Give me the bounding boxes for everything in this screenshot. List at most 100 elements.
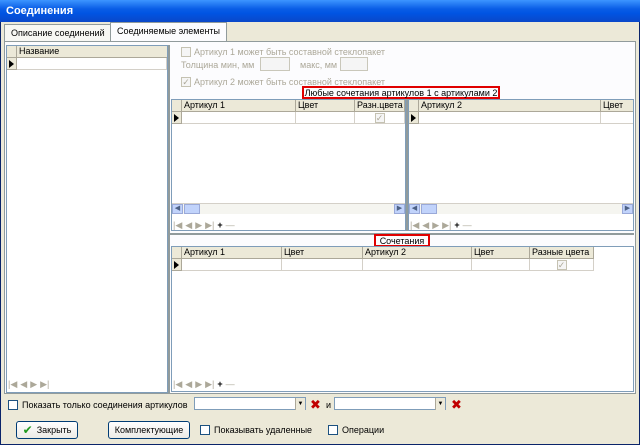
column-header-article2[interactable]: Артикул 2: [419, 100, 601, 112]
show-deleted-option[interactable]: Показывать удаленные: [200, 425, 312, 435]
table-cell[interactable]: [363, 259, 472, 271]
column-header-color[interactable]: Цвет: [472, 247, 530, 259]
thickness-min-input[interactable]: [260, 57, 290, 71]
tab-connected-elements[interactable]: Соединяемые элементы: [110, 22, 228, 42]
show-deleted-checkbox[interactable]: [200, 425, 210, 435]
scroll-right-icon[interactable]: ▶: [622, 204, 633, 214]
first-record-icon[interactable]: |◀: [173, 220, 182, 230]
next-record-icon[interactable]: ▶: [432, 220, 439, 230]
table-cell[interactable]: [17, 58, 167, 70]
diff-colors-checkbox[interactable]: [374, 113, 385, 123]
table-cell[interactable]: [472, 259, 530, 271]
combinations-grid[interactable]: Артикул 1 Цвет Артикул 2 Цвет Разные цве…: [171, 246, 634, 392]
column-header-article2[interactable]: Артикул 2: [363, 247, 472, 259]
column-header-color[interactable]: Цвет: [601, 100, 633, 112]
next-record-icon[interactable]: ▶: [195, 379, 202, 389]
first-record-icon[interactable]: |◀: [410, 220, 419, 230]
table-cell[interactable]: [182, 259, 282, 271]
table-cell[interactable]: [296, 112, 355, 124]
operations-label: Операции: [342, 425, 385, 435]
window-title: Соединения: [0, 0, 640, 22]
show-only-label: Показать только соединения артикулов: [22, 400, 188, 410]
close-button-label: Закрыть: [36, 425, 72, 435]
show-deleted-label: Показывать удаленные: [214, 425, 313, 435]
show-only-checkbox[interactable]: [8, 400, 18, 410]
thickness-max-label: макс, мм: [300, 60, 338, 70]
chevron-down-icon[interactable]: ▼: [435, 398, 445, 410]
first-record-icon[interactable]: |◀: [173, 379, 182, 389]
article-filter-1-select[interactable]: ▼: [194, 397, 306, 410]
current-row-arrow-icon: [174, 114, 179, 122]
and-label: и: [326, 400, 332, 410]
prev-record-icon[interactable]: ◀: [185, 220, 192, 230]
table-cell[interactable]: [601, 112, 633, 124]
delete-record-icon[interactable]: —: [226, 379, 235, 389]
last-record-icon[interactable]: ▶|: [205, 379, 214, 389]
article-filter-2-select[interactable]: ▼: [334, 397, 446, 410]
combinations-navigator: |◀ ◀ ▶ ▶| + —: [173, 378, 235, 390]
column-header-color[interactable]: Цвет: [282, 247, 363, 259]
clear-filter-2-icon[interactable]: ✖: [451, 398, 462, 411]
last-record-icon[interactable]: ▶|: [205, 220, 214, 230]
last-record-icon[interactable]: ▶|: [40, 379, 49, 389]
art1-composite-label: Артикул 1 может быть составной стеклопак…: [194, 47, 386, 57]
scroll-thumb[interactable]: [421, 204, 437, 214]
table-cell[interactable]: [355, 112, 405, 124]
row-indicator: [409, 100, 419, 112]
checkmark-icon: ✔: [22, 423, 33, 437]
prev-record-icon[interactable]: ◀: [422, 220, 429, 230]
horizontal-scrollbar[interactable]: ◀ ▶: [172, 203, 405, 214]
add-record-icon[interactable]: +: [454, 220, 459, 230]
add-record-icon[interactable]: +: [217, 379, 222, 389]
art1-composite-option[interactable]: Артикул 1 может быть составной стеклопак…: [181, 47, 385, 57]
kits-button[interactable]: Комплектующие: [108, 421, 190, 439]
name-grid-navigator: |◀ ◀ ▶ ▶|: [8, 378, 49, 390]
diff-colors-checkbox[interactable]: [556, 260, 567, 270]
clear-filter-1-icon[interactable]: ✖: [310, 398, 321, 411]
show-only-option[interactable]: Показать только соединения артикулов: [8, 400, 188, 410]
row-indicator: [172, 100, 182, 112]
table-cell[interactable]: [419, 112, 601, 124]
current-row-arrow-icon: [174, 261, 179, 269]
delete-record-icon[interactable]: —: [226, 220, 235, 230]
last-record-icon[interactable]: ▶|: [442, 220, 451, 230]
scroll-left-icon[interactable]: ◀: [172, 204, 183, 214]
prev-record-icon[interactable]: ◀: [20, 379, 27, 389]
add-record-icon[interactable]: +: [217, 220, 222, 230]
prev-record-icon[interactable]: ◀: [185, 379, 192, 389]
row-indicator: [172, 259, 182, 271]
row-indicator: [172, 112, 182, 124]
delete-record-icon[interactable]: —: [463, 220, 472, 230]
column-header-diff-colors[interactable]: Разные цвета: [530, 247, 594, 259]
column-header-name[interactable]: Название: [17, 46, 167, 58]
art1-composite-checkbox[interactable]: [181, 47, 191, 57]
scroll-right-icon[interactable]: ▶: [394, 204, 405, 214]
name-grid[interactable]: Название: [6, 45, 168, 393]
column-header-article1[interactable]: Артикул 1: [182, 247, 282, 259]
article2-grid[interactable]: Артикул 2 Цвет ◀ ▶: [408, 99, 634, 231]
chevron-down-icon[interactable]: ▼: [295, 398, 305, 410]
row-indicator: [172, 247, 182, 259]
column-header-color[interactable]: Цвет: [296, 100, 355, 112]
operations-checkbox[interactable]: [328, 425, 338, 435]
column-header-diff-colors[interactable]: Разн.цвета: [355, 100, 405, 112]
scroll-left-icon[interactable]: ◀: [409, 204, 420, 214]
thickness-max-input[interactable]: [340, 57, 368, 71]
horizontal-scrollbar[interactable]: ◀ ▶: [409, 203, 633, 214]
first-record-icon[interactable]: |◀: [8, 379, 17, 389]
article1-grid[interactable]: Артикул 1 Цвет Разн.цвета ◀ ▶: [171, 99, 406, 231]
table-cell[interactable]: [282, 259, 363, 271]
scroll-thumb[interactable]: [184, 204, 200, 214]
table-cell[interactable]: [530, 259, 594, 271]
next-record-icon[interactable]: ▶: [30, 379, 37, 389]
column-header-article1[interactable]: Артикул 1: [182, 100, 296, 112]
table-cell[interactable]: [182, 112, 296, 124]
vertical-splitter[interactable]: [168, 45, 170, 393]
current-row-arrow-icon: [9, 60, 14, 68]
operations-option[interactable]: Операции: [328, 425, 384, 435]
art2-composite-checkbox[interactable]: [181, 77, 191, 87]
next-record-icon[interactable]: ▶: [195, 220, 202, 230]
row-indicator: [409, 112, 419, 124]
tab-description[interactable]: Описание соединений: [4, 24, 112, 42]
close-button[interactable]: ✔ Закрыть: [16, 421, 78, 439]
